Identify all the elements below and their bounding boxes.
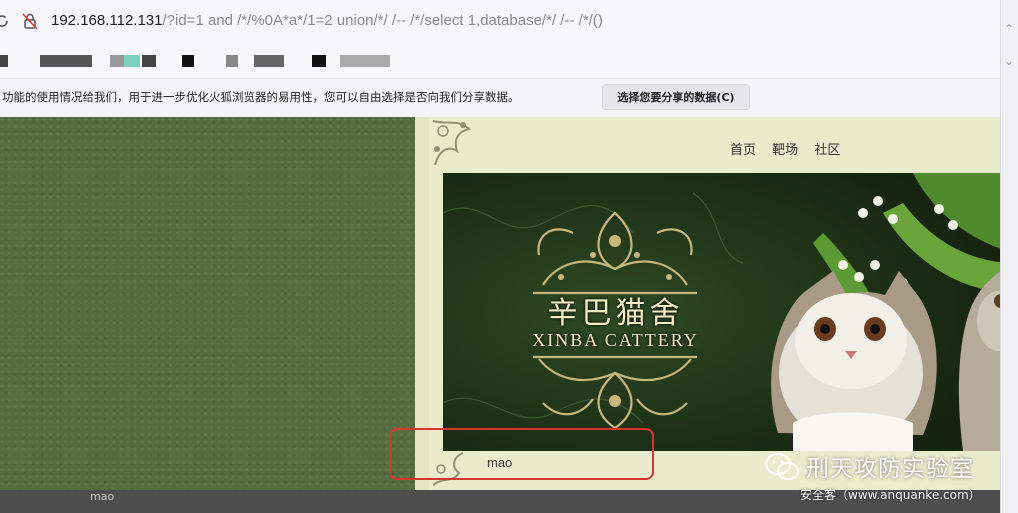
up-arrow-icon[interactable]: ⌃ bbox=[1004, 22, 1014, 36]
nav-community-link[interactable]: 社区 bbox=[814, 143, 840, 158]
blurred-bookmark[interactable] bbox=[182, 55, 194, 67]
brand-title-cn: 辛巴猫舍 bbox=[547, 296, 684, 331]
address-bar[interactable]: 192.168.112.131/?id=1 and /*/%0A*a*/1=2 … bbox=[0, 0, 1000, 42]
side-chrome: ⌃ ⌄ bbox=[1000, 0, 1018, 513]
blurred-bookmark[interactable] bbox=[340, 55, 390, 67]
blurred-bookmark[interactable] bbox=[124, 55, 140, 67]
cat-photo-icon bbox=[771, 173, 1000, 451]
nav-range-link[interactable]: 靶场 bbox=[772, 143, 798, 158]
url-host: 192.168.112.131 bbox=[51, 12, 163, 29]
ornament-corner-icon bbox=[432, 120, 472, 166]
bookmarks-bar bbox=[0, 42, 1000, 78]
url-path: /?id=1 and /*/%0A*a*/1=2 union/*/ /-- /*… bbox=[162, 12, 603, 29]
blurred-bookmark[interactable] bbox=[40, 55, 92, 67]
down-arrow-icon[interactable]: ⌄ bbox=[1004, 54, 1014, 68]
watermark-name: 刑天攻防实验室 bbox=[806, 456, 974, 482]
wechat-logo-icon bbox=[765, 453, 799, 480]
site-nav: 首页 靶场 社区 bbox=[730, 139, 852, 158]
site-banner: 辛巴猫舍 XINBA CATTERY bbox=[443, 173, 1000, 451]
blurred-bookmark[interactable] bbox=[0, 55, 8, 67]
blurred-bookmark[interactable] bbox=[142, 55, 156, 67]
result-highlight-box bbox=[389, 428, 654, 480]
url-text[interactable]: 192.168.112.131/?id=1 and /*/%0A*a*/1=2 … bbox=[51, 11, 603, 31]
nav-home-link[interactable]: 首页 bbox=[730, 143, 756, 158]
notification-text: 功能的使用情况给我们，用于进一步优化火狐浏览器的易用性，您可以自由选择是否向我们… bbox=[2, 90, 520, 104]
brand-title-en: XINBA CATTERY bbox=[532, 330, 699, 350]
choose-data-button[interactable]: 选择您要分享的数据(C) bbox=[602, 84, 750, 110]
background-window-text: mao bbox=[90, 490, 115, 503]
blurred-bookmark[interactable] bbox=[312, 55, 326, 67]
reload-icon[interactable] bbox=[0, 13, 10, 29]
cat-left-icon bbox=[771, 271, 937, 451]
cat-right-icon bbox=[958, 271, 1000, 451]
watermark-source: 安全客（www.anquanke.com） bbox=[800, 488, 981, 502]
blurred-bookmark[interactable] bbox=[254, 55, 284, 67]
data-sharing-notification: 功能的使用情况给我们，用于进一步优化火狐浏览器的易用性，您可以自由选择是否向我们… bbox=[0, 78, 1000, 117]
insecure-lock-icon[interactable] bbox=[22, 12, 38, 30]
blurred-bookmark[interactable] bbox=[226, 55, 238, 67]
